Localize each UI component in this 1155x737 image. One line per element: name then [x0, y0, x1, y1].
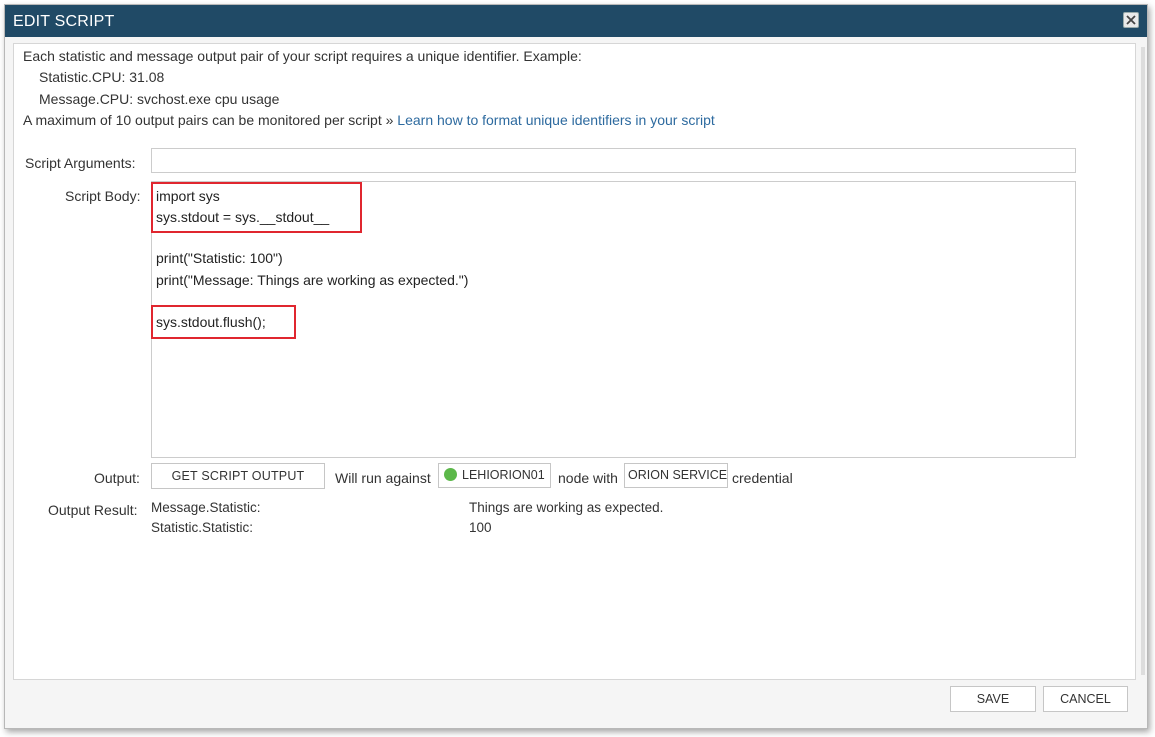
- dialog-title: EDIT SCRIPT: [13, 13, 115, 30]
- result-value: 100: [469, 520, 492, 535]
- script-arguments-input[interactable]: [151, 148, 1076, 173]
- close-button[interactable]: [1123, 12, 1139, 28]
- node-status-icon: [444, 468, 457, 481]
- credential-chip[interactable]: ORION SERVICE: [624, 463, 728, 488]
- intro-example-statistic: Statistic.CPU: 31.08: [39, 69, 165, 85]
- content-scrollbar[interactable]: [1141, 47, 1145, 675]
- will-run-against-text: Will run against: [335, 470, 431, 486]
- highlight-box-flush: [151, 305, 296, 339]
- learn-format-link[interactable]: Learn how to format unique identifiers i…: [397, 112, 715, 128]
- max-pairs-text: A maximum of 10 output pairs can be moni…: [23, 112, 394, 128]
- script-arguments-label: Script Arguments:: [25, 155, 136, 171]
- intro-line-4: A maximum of 10 output pairs can be moni…: [23, 112, 715, 128]
- result-key: Message.Statistic:: [151, 500, 261, 515]
- cancel-button[interactable]: CANCEL: [1043, 686, 1128, 712]
- save-button[interactable]: SAVE: [950, 686, 1036, 712]
- credential-suffix-text: credential: [732, 470, 793, 486]
- node-chip[interactable]: LEHIORION01: [438, 463, 551, 488]
- code-line: print("Message: Things are working as ex…: [156, 272, 469, 288]
- output-label: Output:: [94, 470, 140, 486]
- dialog-titlebar: EDIT SCRIPT: [5, 5, 1147, 37]
- node-name: LEHIORION01: [462, 468, 545, 482]
- result-value: Things are working as expected.: [469, 500, 664, 515]
- node-with-text: node with: [558, 470, 618, 486]
- code-line: print("Statistic: 100"): [156, 250, 283, 266]
- get-script-output-button[interactable]: GET SCRIPT OUTPUT: [151, 463, 325, 489]
- script-body-label: Script Body:: [65, 188, 141, 204]
- highlight-box-import: [151, 182, 362, 233]
- intro-example-message: Message.CPU: svchost.exe cpu usage: [39, 91, 280, 107]
- intro-line-1: Each statistic and message output pair o…: [23, 48, 582, 64]
- output-result-label: Output Result:: [48, 502, 138, 518]
- close-icon: [1126, 15, 1136, 25]
- result-key: Statistic.Statistic:: [151, 520, 254, 535]
